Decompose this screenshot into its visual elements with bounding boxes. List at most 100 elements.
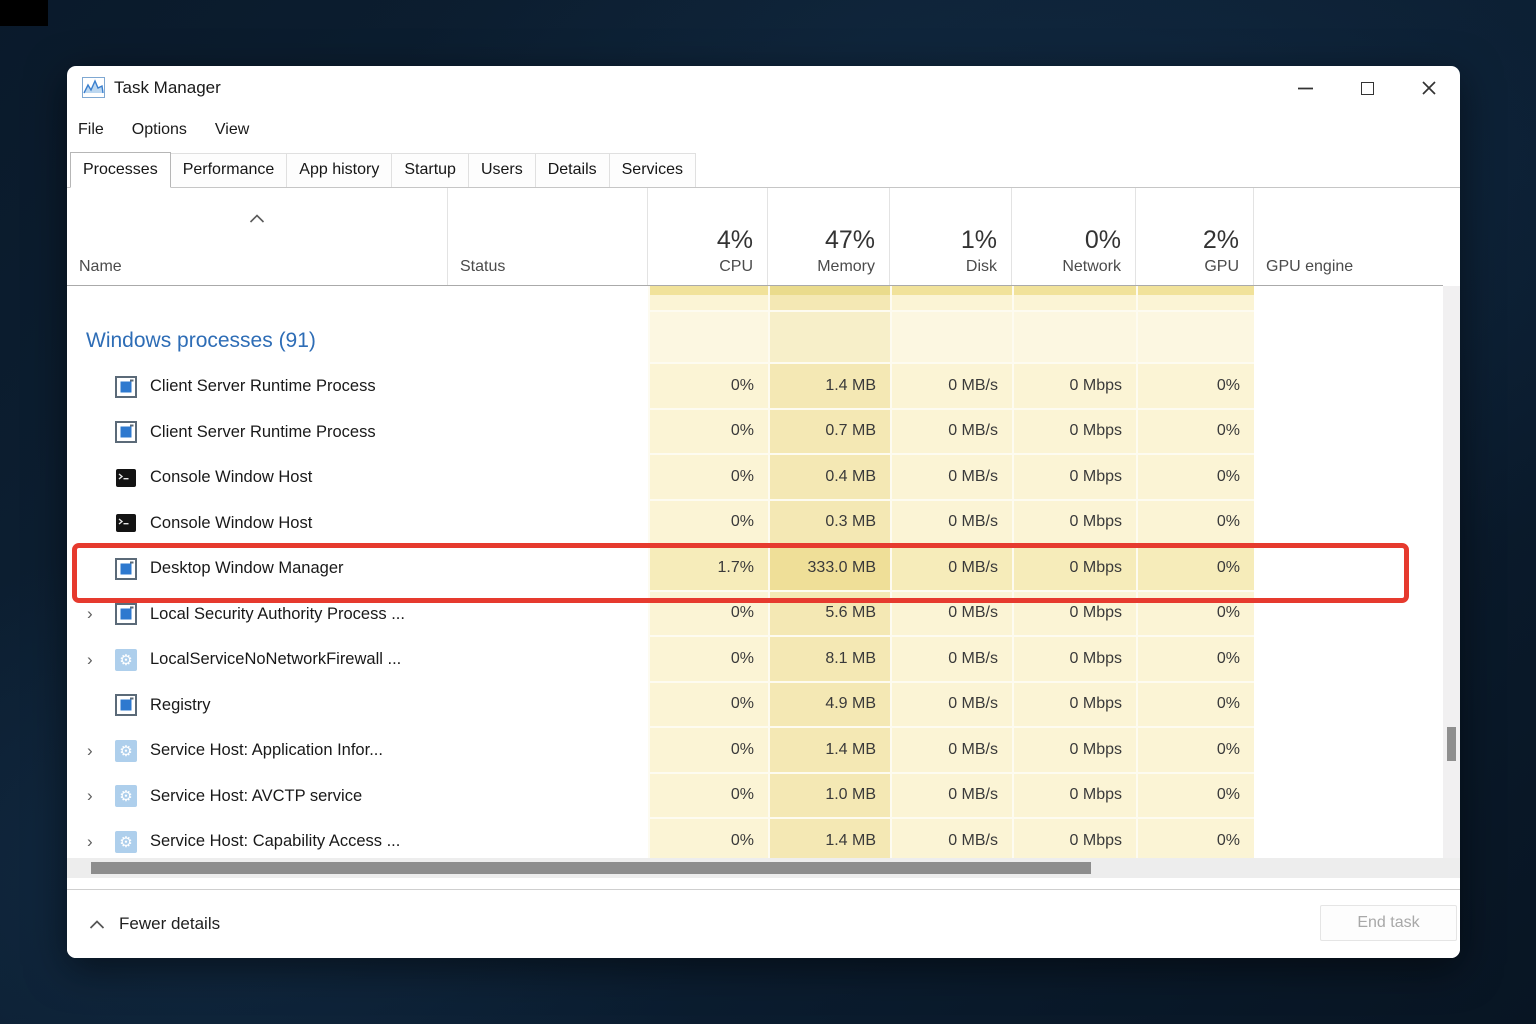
gpu-engine-cell bbox=[1254, 410, 1443, 456]
process-group-header[interactable]: Windows processes (91) bbox=[67, 312, 1443, 364]
gpu-value-cell: 0% bbox=[1136, 364, 1254, 410]
chevron-right-icon[interactable]: › bbox=[81, 604, 115, 624]
process-row[interactable]: Console Window Host0%0.4 MB0 MB/s0 Mbps0… bbox=[67, 455, 1443, 501]
cpu-value-cell: 0% bbox=[648, 501, 768, 547]
horizontal-scrollbar[interactable] bbox=[67, 858, 1460, 878]
process-name-cell: ›⚙LocalServiceNoNetworkFirewall ... bbox=[67, 637, 448, 683]
process-row[interactable]: Registry0%4.9 MB0 MB/s0 Mbps0% bbox=[67, 683, 1443, 729]
process-row[interactable]: ›⚙Service Host: AVCTP service0%1.0 MB0 M… bbox=[67, 774, 1443, 820]
chevron-right-icon[interactable]: › bbox=[81, 741, 115, 761]
process-row[interactable]: ›Local Security Authority Process ...0%5… bbox=[67, 592, 1443, 638]
horizontal-scrollbar-thumb[interactable] bbox=[91, 862, 1091, 874]
maximize-button[interactable] bbox=[1336, 66, 1398, 110]
vertical-scrollbar[interactable] bbox=[1443, 286, 1460, 858]
column-header-status[interactable]: Status bbox=[448, 188, 648, 285]
process-row[interactable]: Client Server Runtime Process0%0.7 MB0 M… bbox=[67, 410, 1443, 456]
chevron-right-icon[interactable]: › bbox=[81, 786, 115, 806]
process-row[interactable]: ›⚙Service Host: Application Infor...0%1.… bbox=[67, 728, 1443, 774]
gpu-cell bbox=[1136, 312, 1254, 364]
gpu-value-cell: 0% bbox=[1136, 728, 1254, 774]
status-cell bbox=[448, 728, 648, 774]
cpu-value-cell: 0% bbox=[648, 774, 768, 820]
menu-view[interactable]: View bbox=[215, 121, 249, 139]
process-name-cell: Desktop Window Manager bbox=[67, 546, 448, 592]
column-header-network[interactable]: 0% Network bbox=[1012, 188, 1136, 285]
process-row[interactable]: Desktop Window Manager1.7%333.0 MB0 MB/s… bbox=[67, 546, 1443, 592]
disk-value-cell: 0 MB/s bbox=[890, 455, 1012, 501]
group-header-label: Windows processes (91) bbox=[81, 323, 316, 353]
column-header-gpu[interactable]: 2% GPU bbox=[1136, 188, 1254, 285]
end-task-button[interactable]: End task bbox=[1320, 905, 1457, 941]
gpu-engine-cell bbox=[1254, 774, 1443, 820]
tab-details[interactable]: Details bbox=[535, 153, 610, 187]
memory-cell bbox=[768, 286, 890, 312]
gpu-engine-cell bbox=[1254, 546, 1443, 592]
status-cell bbox=[448, 592, 648, 638]
cpu-value-cell: 0% bbox=[648, 637, 768, 683]
desktop-background: Task Manager File Options View Processes… bbox=[0, 0, 1536, 1024]
status-cell bbox=[448, 819, 648, 858]
chevron-right-icon[interactable]: › bbox=[81, 650, 115, 670]
column-header-memory[interactable]: 47% Memory bbox=[768, 188, 890, 285]
titlebar[interactable]: Task Manager bbox=[67, 66, 1460, 110]
tab-startup[interactable]: Startup bbox=[391, 153, 469, 187]
disk-value-cell: 0 MB/s bbox=[890, 410, 1012, 456]
tab-performance[interactable]: Performance bbox=[170, 153, 288, 187]
process-name-label: Client Server Runtime Process bbox=[150, 377, 376, 396]
task-manager-app-icon bbox=[82, 77, 105, 98]
column-header-row: Name Status 4% CPU 47% Memory 1% Disk 0%… bbox=[67, 188, 1443, 286]
partial-clipped-row bbox=[67, 286, 1443, 312]
column-header-disk[interactable]: 1% Disk bbox=[890, 188, 1012, 285]
memory-value-cell: 1.0 MB bbox=[768, 774, 890, 820]
memory-value-cell: 0.4 MB bbox=[768, 455, 890, 501]
status-cell bbox=[448, 455, 648, 501]
process-name-cell: ›Local Security Authority Process ... bbox=[67, 592, 448, 638]
disk-cell bbox=[890, 286, 1012, 312]
fewer-details-toggle[interactable]: Fewer details bbox=[89, 914, 220, 934]
cpu-value-cell: 0% bbox=[648, 728, 768, 774]
process-row[interactable]: ›⚙LocalServiceNoNetworkFirewall ...0%8.1… bbox=[67, 637, 1443, 683]
network-value-cell: 0 Mbps bbox=[1012, 592, 1136, 638]
minimize-button[interactable] bbox=[1274, 66, 1336, 110]
tab-services[interactable]: Services bbox=[609, 153, 696, 187]
gpu-engine-cell bbox=[1254, 819, 1443, 858]
network-value-cell: 0 Mbps bbox=[1012, 501, 1136, 547]
menu-bar: File Options View bbox=[67, 110, 1460, 150]
console-icon bbox=[115, 467, 137, 489]
memory-cell bbox=[768, 312, 890, 364]
desktop-black-artifact bbox=[0, 0, 48, 26]
gpu-engine-cell bbox=[1254, 455, 1443, 501]
disk-value-cell: 0 MB/s bbox=[890, 501, 1012, 547]
column-header-gpu-engine[interactable]: GPU engine bbox=[1254, 188, 1443, 285]
status-cell bbox=[448, 546, 648, 592]
process-row[interactable]: Console Window Host0%0.3 MB0 MB/s0 Mbps0… bbox=[67, 501, 1443, 547]
tab-users[interactable]: Users bbox=[468, 153, 536, 187]
chevron-right-icon[interactable]: › bbox=[81, 832, 115, 852]
column-header-cpu[interactable]: 4% CPU bbox=[648, 188, 768, 285]
tab-processes[interactable]: Processes bbox=[70, 152, 171, 188]
process-row[interactable]: Client Server Runtime Process0%1.4 MB0 M… bbox=[67, 364, 1443, 410]
service-gear-icon: ⚙ bbox=[115, 740, 137, 762]
gpu-engine-cell bbox=[1254, 592, 1443, 638]
service-gear-icon: ⚙ bbox=[115, 831, 137, 853]
tab-bar: Processes Performance App history Startu… bbox=[67, 150, 1460, 188]
process-name-label: LocalServiceNoNetworkFirewall ... bbox=[150, 650, 401, 669]
close-button[interactable] bbox=[1398, 66, 1460, 110]
gpu-value-cell: 0% bbox=[1136, 455, 1254, 501]
app-window-icon bbox=[115, 603, 137, 625]
group-header-name-cell: Windows processes (91) bbox=[67, 312, 448, 364]
gpu-value-cell: 0% bbox=[1136, 683, 1254, 729]
process-row[interactable]: ›⚙Service Host: Capability Access ...0%1… bbox=[67, 819, 1443, 858]
gpu-value-cell: 0% bbox=[1136, 501, 1254, 547]
cpu-cell bbox=[648, 312, 768, 364]
gpu-engine-cell bbox=[1254, 364, 1443, 410]
process-name-label: Service Host: Application Infor... bbox=[150, 741, 383, 760]
column-header-name[interactable]: Name bbox=[67, 188, 448, 285]
menu-file[interactable]: File bbox=[78, 121, 104, 139]
tab-app-history[interactable]: App history bbox=[286, 153, 392, 187]
status-cell bbox=[448, 774, 648, 820]
vertical-scrollbar-thumb[interactable] bbox=[1447, 727, 1456, 761]
menu-options[interactable]: Options bbox=[132, 121, 187, 139]
disk-value-cell: 0 MB/s bbox=[890, 546, 1012, 592]
window-title: Task Manager bbox=[114, 78, 221, 98]
